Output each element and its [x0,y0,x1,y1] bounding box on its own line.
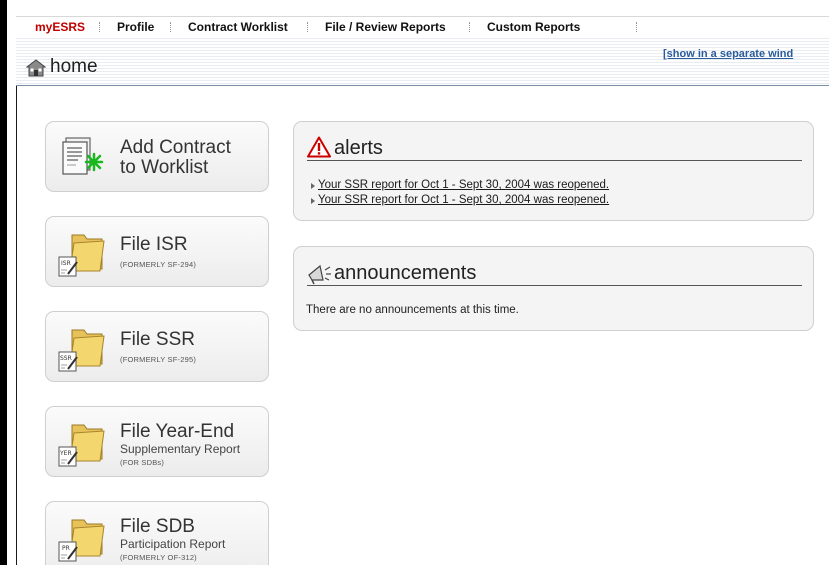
content-border-left [16,86,17,565]
tile-title: File SSR [120,329,195,350]
nav-custom-reports[interactable]: Custom Reports [487,20,580,34]
nav-separator [636,22,637,32]
tile-subtitle-small: (FORMERLY SF-294) [120,260,197,269]
alerts-divider [307,160,802,161]
top-nav: myESRS Profile Contract Worklist File / … [16,16,829,36]
nav-separator [170,22,171,32]
separate-window-link[interactable]: [show in a separate wind [663,48,793,60]
bullet-icon [311,198,315,204]
warning-icon [307,136,331,158]
svg-text:ISR: ISR [61,260,71,267]
nav-contract-worklist[interactable]: Contract Worklist [188,20,288,34]
svg-text:SSR: SSR [60,355,72,362]
tile-subtitle: Supplementary Report [120,442,241,456]
add-contract-icon [62,137,104,175]
announcements-title: announcements [334,262,477,284]
tile-subtitle-small: (FORMERLY OF-312) [120,553,197,562]
announcements-text: There are no announcements at this time. [306,304,519,316]
nav-separator [307,22,308,32]
tile-subtitle-small: (FOR SDBs) [120,458,165,467]
file-ssr-tile[interactable]: SSR File SSR (FORMERLY SF-295) [45,311,269,382]
tile-title: File ISR [120,234,188,255]
page-header: home [show in a separate wind [16,36,829,86]
folder-pr-icon: PR [58,519,105,562]
folder-ssr-icon: SSR [58,329,105,372]
tile-subtitle-small: (FORMERLY SF-295) [120,355,197,364]
bullet-icon [311,183,315,189]
window-frame-left [0,0,7,565]
nav-separator [469,22,470,32]
announcements-divider [307,285,802,286]
folder-isr-icon: ISR [58,234,105,277]
alert-link[interactable]: Your SSR report for Oct 1 - Sept 30, 200… [318,179,609,191]
nav-separator [99,22,100,32]
megaphone-icon [308,264,331,285]
page-title: home [50,56,98,77]
nav-profile[interactable]: Profile [117,20,154,34]
alert-link[interactable]: Your SSR report for Oct 1 - Sept 30, 200… [318,194,609,206]
file-sdb-tile[interactable]: PR File SDB Participation Report (FORMER… [45,501,269,565]
add-contract-tile[interactable]: Add Contract to Worklist [45,121,269,192]
tile-subtitle: Participation Report [120,537,226,551]
tile-title-line2: to Worklist [120,157,209,178]
tile-title: File Year-End [120,421,235,442]
nav-myesrs[interactable]: myESRS [35,20,85,34]
svg-text:YER: YER [59,450,72,457]
alerts-title: alerts [334,137,383,159]
alerts-panel: alerts Your SSR report for Oct 1 - Sept … [293,121,814,221]
file-year-end-tile[interactable]: YER File Year-End Supplementary Report (… [45,406,269,477]
tile-title: File SDB [120,516,195,537]
home-icon [26,59,46,77]
tile-title: Add Contract [120,137,231,158]
svg-text:PR: PR [62,545,70,552]
announcements-panel: announcements There are no announcements… [293,246,814,331]
nav-file-review-reports[interactable]: File / Review Reports [325,20,446,34]
file-isr-tile[interactable]: ISR File ISR (FORMERLY SF-294) [45,216,269,287]
folder-yer-icon: YER [58,424,105,467]
